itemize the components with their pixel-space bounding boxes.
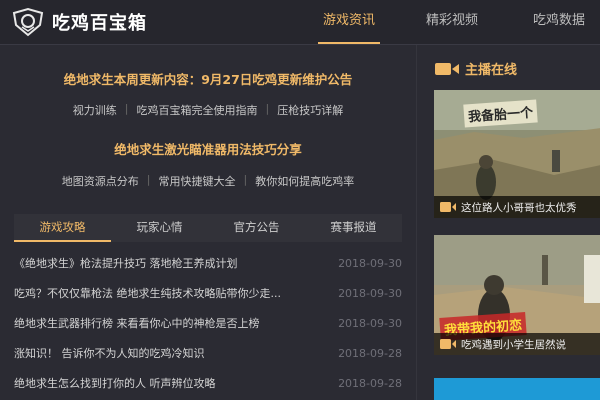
news-list: 《绝地求生》枪法提升技巧 落地枪王养成计划 2018-09-30 吃鸡？不仅仅靠… [14, 248, 402, 398]
live-title: 主播在线 [465, 63, 518, 78]
live-header: 主播在线 [435, 59, 517, 78]
separator: | [265, 102, 270, 115]
tab-event-reports[interactable]: 赛事报道 [305, 214, 402, 242]
main-nav: 游戏资讯 精彩视频 吃鸡数据 [318, 0, 600, 44]
news-date: 2018-09-28 [338, 376, 402, 390]
helmet-logo-icon[interactable] [10, 7, 46, 37]
news-title[interactable]: 绝地求生武器排行榜 来看看你心中的神枪是否上榜 [14, 315, 319, 331]
nav-videos[interactable]: 精彩视频 [420, 0, 484, 44]
news-date: 2018-09-30 [338, 286, 402, 300]
brand-title[interactable]: 吃鸡百宝箱 [52, 9, 147, 35]
news-row[interactable]: 吃鸡？不仅仅靠枪法 绝地求生纯技术攻略贴带你少走... 2018-09-30 [14, 278, 402, 308]
news-row[interactable]: 《绝地求生》枪法提升技巧 落地枪王养成计划 2018-09-30 [14, 248, 402, 278]
news-column: 绝地求生本周更新内容：9月27日吃鸡更新维护公告 视力训练 | 吃鸡百宝箱完全使… [0, 45, 416, 400]
tab-game-guides[interactable]: 游戏攻略 [14, 214, 111, 242]
sublink[interactable]: 常用快捷键大全 [159, 173, 236, 189]
video-camera-icon [435, 62, 459, 75]
news-date: 2018-09-28 [338, 346, 402, 360]
headline-1[interactable]: 绝地求生本周更新内容：9月27日吃鸡更新维护公告 [0, 69, 416, 88]
separator: | [124, 102, 129, 115]
top-header: 吃鸡百宝箱 游戏资讯 精彩视频 吃鸡数据 [0, 0, 600, 45]
news-title[interactable]: 《绝地求生》枪法提升技巧 落地枪王养成计划 [14, 255, 319, 271]
news-title[interactable]: 吃鸡？不仅仅靠枪法 绝地求生纯技术攻略贴带你少走... [14, 285, 319, 301]
video-caption-bar: 这位路人小哥哥也太优秀 [434, 196, 600, 218]
live-streams-panel: 主播在线 我备胎一个 这位路人小哥哥也太优秀 我带我的初恋 吃鸡遇到小学生居然说 [416, 45, 600, 400]
video-thumbnail[interactable]: 我备胎一个 这位路人小哥哥也太优秀 [434, 90, 600, 218]
video-caption: 这位路人小哥哥也太优秀 [461, 201, 577, 214]
sublink[interactable]: 地图资源点分布 [62, 173, 139, 189]
sublink[interactable]: 视力训练 [73, 102, 117, 118]
news-date: 2018-09-30 [338, 316, 402, 330]
headline-2[interactable]: 绝地求生激光瞄准器用法技巧分享 [0, 139, 416, 158]
nav-stats[interactable]: 吃鸡数据 [522, 0, 596, 44]
headline-1-links: 视力训练 | 吃鸡百宝箱完全使用指南 | 压枪技巧详解 [0, 102, 416, 118]
tab-player-moods[interactable]: 玩家心情 [111, 214, 208, 242]
news-title[interactable]: 涨知识！ 告诉你不为人知的吃鸡冷知识 [14, 345, 319, 361]
video-caption-bar: 吃鸡遇到小学生居然说 [434, 333, 600, 355]
video-thumbnail[interactable]: 我带我的初恋 吃鸡遇到小学生居然说 [434, 235, 600, 355]
news-row[interactable]: 绝地求生怎么找到打你的人 听声辨位攻略 2018-09-28 [14, 368, 402, 398]
video-thumbnail[interactable] [434, 378, 600, 400]
news-title[interactable]: 绝地求生怎么找到打你的人 听声辨位攻略 [14, 375, 319, 391]
sublink[interactable]: 压枪技巧详解 [277, 102, 343, 118]
sublink[interactable]: 吃鸡百宝箱完全使用指南 [137, 102, 258, 118]
news-row[interactable]: 涨知识！ 告诉你不为人知的吃鸡冷知识 2018-09-28 [14, 338, 402, 368]
news-row[interactable]: 绝地求生武器排行榜 来看看你心中的神枪是否上榜 2018-09-30 [14, 308, 402, 338]
news-tabs: 游戏攻略 玩家心情 官方公告 赛事报道 [14, 214, 402, 242]
nav-game-news[interactable]: 游戏资讯 [318, 0, 380, 44]
video-icon [440, 202, 456, 212]
news-date: 2018-09-30 [338, 256, 402, 270]
tab-official-notices[interactable]: 官方公告 [208, 214, 305, 242]
separator: | [146, 173, 151, 186]
video-caption: 吃鸡遇到小学生居然说 [461, 338, 566, 351]
sublink[interactable]: 教你如何提高吃鸡率 [255, 173, 354, 189]
headline-2-links: 地图资源点分布 | 常用快捷键大全 | 教你如何提高吃鸡率 [0, 173, 416, 189]
separator: | [243, 173, 248, 186]
video-icon [440, 339, 456, 349]
